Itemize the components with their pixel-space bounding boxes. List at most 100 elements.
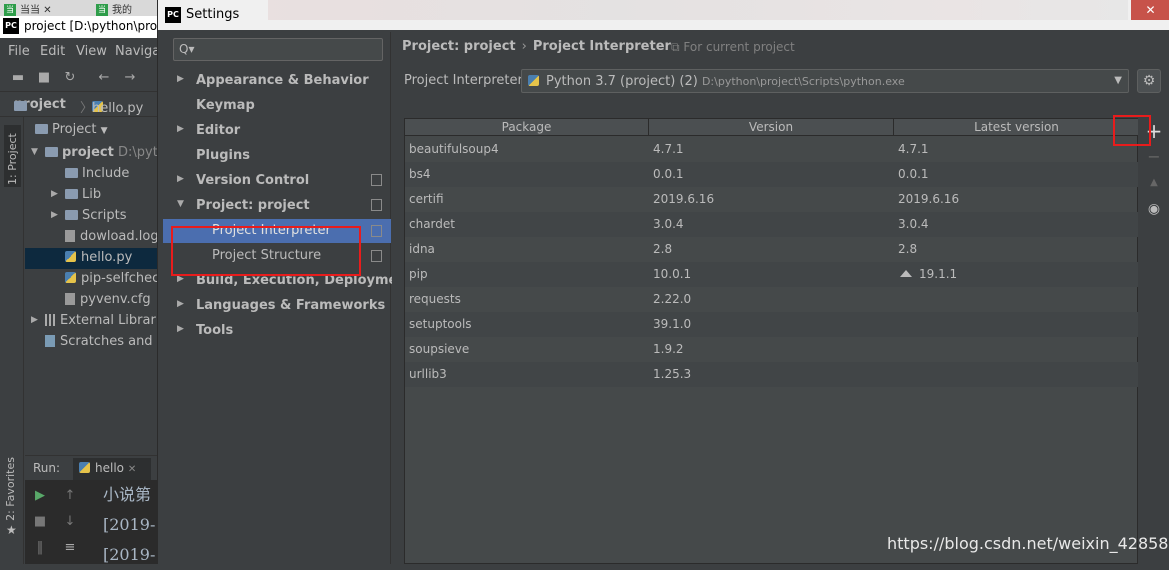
- sync-icon[interactable]: ↻: [62, 70, 78, 86]
- scope-label: For current project: [683, 40, 795, 54]
- upgrade-package-icon[interactable]: ▲: [1143, 172, 1165, 194]
- package-name: pip: [409, 267, 428, 281]
- interpreter-path: D:\python\project\Scripts\python.exe: [701, 75, 905, 88]
- upgrade-available-icon: [900, 270, 912, 277]
- chevron-right-icon[interactable]: ▶: [177, 299, 184, 309]
- chevron-right-icon[interactable]: ▶: [51, 189, 58, 199]
- open-folder-icon[interactable]: ▬: [10, 70, 26, 86]
- settings-sidebar: Q▾ ▶ Appearance & Behavior Keymap ▶ Editor Pl…: [163, 32, 413, 564]
- table-row[interactable]: soupsieve 1.9.2: [405, 337, 1139, 362]
- menu-edit[interactable]: Edit: [40, 44, 65, 59]
- tree-item[interactable]: hello.py: [25, 248, 170, 269]
- sidebar-item-label: Tools: [196, 323, 234, 338]
- file-icon: [65, 230, 75, 242]
- breadcrumb-parent[interactable]: Project: project: [402, 39, 516, 54]
- menu-bar: File Edit View Naviga: [0, 40, 170, 64]
- copy-icon: ⧉: [671, 40, 680, 54]
- close-icon[interactable]: ✕: [43, 5, 51, 16]
- run-output: 小说第 [2019- [2019-: [103, 480, 155, 570]
- settings-search-input[interactable]: Q▾: [173, 38, 383, 61]
- breadcrumb-item[interactable]: project: [14, 97, 66, 112]
- table-row[interactable]: chardet 3.0.4 3.0.4: [405, 212, 1139, 237]
- tree-item[interactable]: Include: [25, 164, 170, 185]
- menu-navigate[interactable]: Naviga: [115, 44, 160, 59]
- sidebar-item[interactable]: Plugins: [163, 145, 391, 167]
- tree-item[interactable]: dowload.log: [25, 227, 170, 248]
- pycharm-logo-icon: PC: [165, 7, 181, 23]
- tree-item[interactable]: ▼ project D:\pyth: [25, 143, 170, 164]
- project-panel: Project ▼ ▼ project D:\pyth Include ▶ Lib ▶ Sc…: [25, 117, 170, 452]
- chevron-right-icon[interactable]: ▶: [51, 210, 58, 220]
- tree-item-content: pyvenv.cfg: [65, 292, 151, 307]
- chevron-down-icon[interactable]: ▼: [101, 126, 108, 136]
- tree-item[interactable]: ▶ External Librarie: [25, 311, 170, 332]
- stop-icon[interactable]: ■: [33, 515, 47, 529]
- folder-icon: [35, 124, 48, 134]
- chevron-right-icon[interactable]: ▶: [177, 324, 184, 334]
- gear-icon[interactable]: ⚙: [1137, 69, 1161, 93]
- sidebar-item[interactable]: ▶ Version Control: [163, 170, 391, 192]
- table-row[interactable]: requests 2.22.0: [405, 287, 1139, 312]
- chevron-down-icon[interactable]: ▼: [31, 147, 38, 157]
- menu-view[interactable]: View: [76, 44, 107, 59]
- table-row[interactable]: pip 10.0.1 19.1.1: [405, 262, 1139, 287]
- sidebar-item[interactable]: ▶ Appearance & Behavior: [163, 70, 391, 92]
- remove-package-icon[interactable]: −: [1143, 146, 1165, 168]
- save-icon[interactable]: ■: [36, 70, 52, 86]
- eye-icon[interactable]: ◉: [1143, 198, 1165, 220]
- chevron-right-icon[interactable]: ▶: [177, 174, 184, 184]
- close-button[interactable]: ✕: [1131, 0, 1169, 20]
- chevron-right-icon[interactable]: ▶: [177, 74, 184, 84]
- highlight-box: [1113, 115, 1151, 146]
- favorites-tool-tab[interactable]: 2: Favorites: [4, 457, 17, 521]
- table-row[interactable]: certifi 2019.6.16 2019.6.16: [405, 187, 1139, 212]
- project-tool-tab[interactable]: 1: Project: [4, 125, 21, 187]
- star-icon: ★: [6, 523, 17, 537]
- tree-item[interactable]: ▶ Lib: [25, 185, 170, 206]
- table-row[interactable]: beautifulsoup4 4.7.1 4.7.1: [405, 137, 1139, 162]
- menu-file[interactable]: File: [8, 44, 30, 59]
- run-tab[interactable]: hello ✕: [73, 458, 151, 480]
- package-latest-version: 19.1.1: [900, 267, 957, 281]
- back-arrow-icon[interactable]: ←: [96, 70, 112, 86]
- sidebar-item[interactable]: ▶ Languages & Frameworks: [163, 295, 391, 317]
- column-header-latest-version[interactable]: Latest version: [894, 119, 1139, 136]
- interpreter-select[interactable]: Python 3.7 (project) (2) D:\python\proje…: [521, 69, 1129, 93]
- wrap-icon[interactable]: ≡: [63, 541, 77, 555]
- up-arrow-icon[interactable]: ↑: [63, 489, 77, 503]
- tree-item[interactable]: ▶ Scripts: [25, 206, 170, 227]
- table-row[interactable]: bs4 0.0.1 0.0.1: [405, 162, 1139, 187]
- column-header-version[interactable]: Version: [649, 119, 894, 136]
- tab-label: 我的: [112, 5, 132, 16]
- close-icon[interactable]: ✕: [128, 464, 136, 475]
- tree-item-label: hello.py: [81, 250, 133, 265]
- sidebar-item-label: Project: project: [196, 198, 310, 213]
- chevron-right-icon[interactable]: ▶: [31, 315, 38, 325]
- browser-tab[interactable]: 当当当 ✕: [4, 1, 52, 16]
- pause-icon[interactable]: ‖: [33, 541, 47, 555]
- tree-item-label: project: [62, 145, 114, 160]
- run-play-icon[interactable]: ▶: [33, 489, 47, 503]
- sidebar-item[interactable]: ▶ Editor: [163, 120, 391, 142]
- sidebar-item-label: Keymap: [196, 98, 255, 113]
- package-name: requests: [409, 292, 461, 306]
- table-row[interactable]: setuptools 39.1.0: [405, 312, 1139, 337]
- chevron-down-icon[interactable]: ▼: [177, 199, 184, 209]
- folder-icon: [65, 210, 78, 220]
- forward-arrow-icon[interactable]: →: [122, 70, 138, 86]
- browser-tab-strip: 当当当 ✕ 当我的: [0, 0, 170, 16]
- column-header-package[interactable]: Package: [405, 119, 649, 136]
- sidebar-item[interactable]: Keymap: [163, 95, 391, 117]
- tree-item[interactable]: Scratches and C: [25, 332, 170, 353]
- table-row[interactable]: idna 2.8 2.8: [405, 237, 1139, 262]
- down-arrow-icon[interactable]: ↓: [63, 515, 77, 529]
- sidebar-item[interactable]: ▼ Project: project: [163, 195, 391, 217]
- chevron-right-icon[interactable]: ▶: [177, 124, 184, 134]
- project-panel-header[interactable]: Project ▼: [35, 122, 108, 137]
- tree-item[interactable]: pyvenv.cfg: [25, 290, 170, 311]
- package-latest-version: 3.0.4: [898, 217, 929, 231]
- browser-tab[interactable]: 当我的: [96, 1, 132, 16]
- table-row[interactable]: urllib3 1.25.3: [405, 362, 1139, 387]
- tree-item[interactable]: pip-selfcheck: [25, 269, 170, 290]
- sidebar-item[interactable]: ▶ Tools: [163, 320, 391, 342]
